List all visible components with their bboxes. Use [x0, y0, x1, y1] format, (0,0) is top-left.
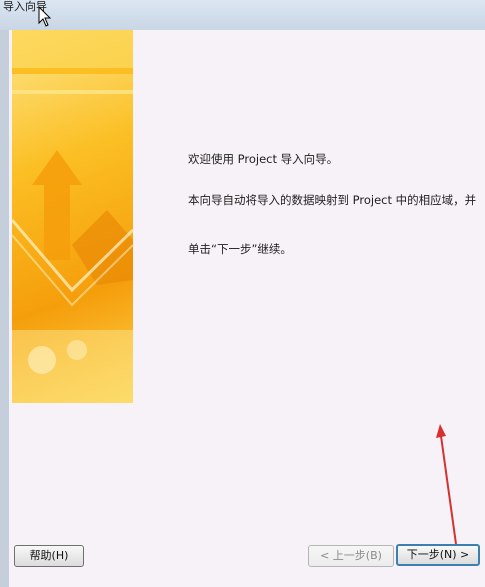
title-bar: 导入向导 — [0, 0, 485, 30]
wizard-banner-image — [12, 30, 133, 403]
mouse-cursor-icon — [38, 6, 52, 27]
back-button[interactable]: < 上一步(B) — [308, 545, 394, 567]
next-button[interactable]: 下一步(N) > — [396, 544, 480, 566]
help-button[interactable]: 帮助(H) — [14, 545, 84, 567]
description-text: 本向导自动将导入的数据映射到 Project 中的相应域，并 — [188, 193, 477, 207]
window-left-border — [0, 30, 9, 587]
welcome-text: 欢迎使用 Project 导入向导。 — [188, 152, 339, 166]
instruction-text: 单击“下一步”继续。 — [188, 242, 292, 256]
annotation-arrow-icon — [436, 424, 457, 545]
